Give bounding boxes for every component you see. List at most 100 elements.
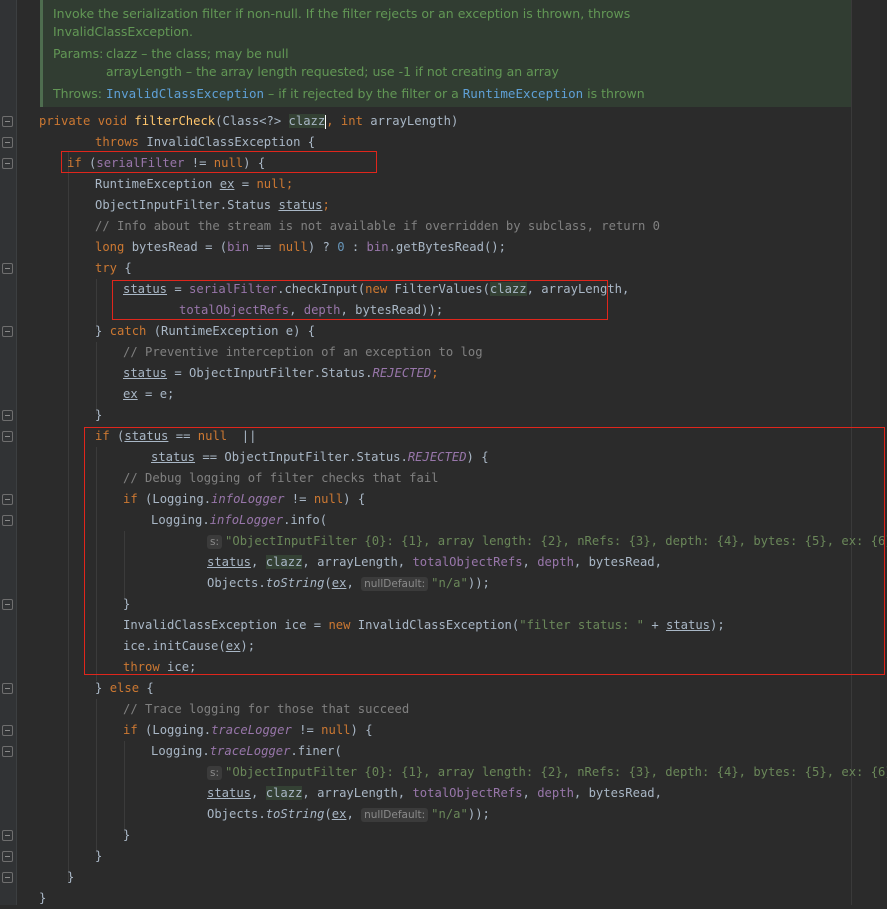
code-line[interactable]: } xyxy=(123,825,130,846)
code-token: = e; xyxy=(137,387,175,401)
javadoc-throws-label: Throws: xyxy=(53,86,103,101)
code-token: , xyxy=(346,807,362,821)
annotation-box xyxy=(84,427,885,675)
code-token: = xyxy=(234,177,257,191)
string-literal: "ObjectInputFilter {0}: {1}, array lengt… xyxy=(225,765,887,779)
code-token: == xyxy=(249,240,279,254)
keyword: if xyxy=(123,723,138,737)
fold-marker-icon[interactable] xyxy=(2,599,13,610)
code-line[interactable]: status, clazz, arrayLength, totalObjectR… xyxy=(207,783,662,804)
fold-marker-icon[interactable] xyxy=(2,872,13,883)
parameter-hint: s: xyxy=(207,766,223,780)
code-line[interactable]: ObjectInputFilter.Status status; xyxy=(95,195,330,216)
variable: status xyxy=(278,198,323,212)
variable: status xyxy=(123,366,168,380)
code-token: ) { xyxy=(350,723,373,737)
keyword: try xyxy=(95,261,118,275)
indent-guide xyxy=(96,699,97,853)
indent-guide xyxy=(96,342,97,414)
code-token: Logging. xyxy=(151,744,210,758)
code-line[interactable]: status = ObjectInputFilter.Status.REJECT… xyxy=(123,363,439,384)
code-token: bytesRead = ( xyxy=(124,240,228,254)
code-line[interactable]: ex = e; xyxy=(123,384,174,405)
fold-marker-icon[interactable] xyxy=(2,263,13,274)
code-token: } xyxy=(95,849,103,863)
string-literal: "n/a" xyxy=(431,807,468,821)
annotation-box xyxy=(112,280,608,320)
code-token: , arrayLength, xyxy=(302,786,413,800)
code-token: ObjectInputFilter.Status xyxy=(95,198,279,212)
code-token: ( xyxy=(137,723,153,737)
comment: // Info about the stream is not availabl… xyxy=(95,219,660,233)
fold-marker-icon[interactable] xyxy=(2,431,13,442)
code-line[interactable]: } xyxy=(39,888,46,909)
code-line[interactable]: // Info about the stream is not availabl… xyxy=(95,216,660,237)
code-line[interactable]: } catch (RuntimeException e) { xyxy=(95,321,315,342)
code-token: } xyxy=(123,828,131,842)
indent-guide xyxy=(124,741,125,833)
code-line[interactable]: try { xyxy=(95,258,132,279)
indent-guide xyxy=(68,152,69,882)
javadoc-line: InvalidClassException. xyxy=(53,24,193,39)
code-line[interactable]: // Preventive interception of an excepti… xyxy=(123,342,483,363)
static-field: traceLogger xyxy=(209,744,291,758)
code-token: } xyxy=(95,324,110,338)
fold-marker-icon[interactable] xyxy=(2,137,13,148)
parameter-highlight: clazz xyxy=(265,786,303,800)
code-token: ; xyxy=(431,366,439,380)
code-token: ; xyxy=(322,198,330,212)
keyword: throws xyxy=(95,135,140,149)
code-line[interactable]: Logging.traceLogger.finer( xyxy=(151,741,342,762)
code-token: ; xyxy=(285,177,294,191)
variable: ex xyxy=(123,387,138,401)
javadoc-link[interactable]: RuntimeException xyxy=(463,86,583,101)
variable: ex xyxy=(219,177,235,191)
code-line[interactable]: long bytesRead = (bin == null) ? 0 : bin… xyxy=(95,237,506,258)
keyword: null xyxy=(256,177,286,191)
method-name: filterCheck xyxy=(134,114,216,128)
javadoc-params-label: Params: xyxy=(53,46,104,61)
javadoc-param: clazz – the class; may be null xyxy=(106,46,289,61)
fold-marker-icon[interactable] xyxy=(2,746,13,757)
code-line[interactable]: } xyxy=(95,846,102,867)
number-literal: 0 xyxy=(337,240,345,254)
javadoc-line: Invoke the serialization filter if non-n… xyxy=(53,6,631,21)
code-line[interactable]: throws InvalidClassException { xyxy=(95,132,315,153)
fold-marker-icon[interactable] xyxy=(2,326,13,337)
code-line[interactable]: Objects.toString(ex, nullDefault: "n/a"))… xyxy=(207,804,490,825)
fold-marker-icon[interactable] xyxy=(2,683,13,694)
keyword: int xyxy=(340,114,363,128)
code-line[interactable]: RuntimeException ex = null; xyxy=(95,174,293,195)
code-token: .getBytesRead(); xyxy=(388,240,506,254)
javadoc-text: is thrown xyxy=(583,86,645,101)
code-line[interactable]: } else { xyxy=(95,678,154,699)
fold-marker-icon[interactable] xyxy=(2,515,13,526)
keyword: catch xyxy=(109,324,147,338)
fold-marker-icon[interactable] xyxy=(2,116,13,127)
code-line[interactable]: } xyxy=(95,405,102,426)
code-line[interactable]: // Trace logging for those that succeed xyxy=(123,699,409,720)
comment: // Preventive interception of an excepti… xyxy=(123,345,483,359)
fold-marker-icon[interactable] xyxy=(2,830,13,841)
fold-marker-icon[interactable] xyxy=(2,410,13,421)
javadoc-text: – if it rejected by the filter or a xyxy=(264,86,463,101)
code-line[interactable]: if (Logging.traceLogger != null) { xyxy=(123,720,373,741)
code-token: , xyxy=(326,114,341,128)
code-token: RuntimeException xyxy=(95,177,220,191)
javadoc-param: arrayLength – the array length requested… xyxy=(106,64,559,79)
fold-marker-icon[interactable] xyxy=(2,725,13,736)
javadoc-link[interactable]: InvalidClassException xyxy=(106,86,264,101)
fold-marker-icon[interactable] xyxy=(2,158,13,169)
code-token: } xyxy=(95,408,103,422)
code-line[interactable]: } xyxy=(67,867,74,888)
code-line[interactable]: private void filterCheck(Class<?> clazz,… xyxy=(39,111,458,132)
code-line[interactable]: s: "ObjectInputFilter {0}: {1}, array len… xyxy=(207,762,887,783)
keyword: else xyxy=(109,681,140,695)
keyword: private xyxy=(39,114,91,128)
fold-marker-icon[interactable] xyxy=(2,851,13,862)
code-token: , xyxy=(251,786,266,800)
fold-marker-icon[interactable] xyxy=(2,494,13,505)
editor-gutter xyxy=(0,0,16,905)
code-token: (Class<?> xyxy=(215,114,289,128)
keyword: null xyxy=(321,723,351,737)
